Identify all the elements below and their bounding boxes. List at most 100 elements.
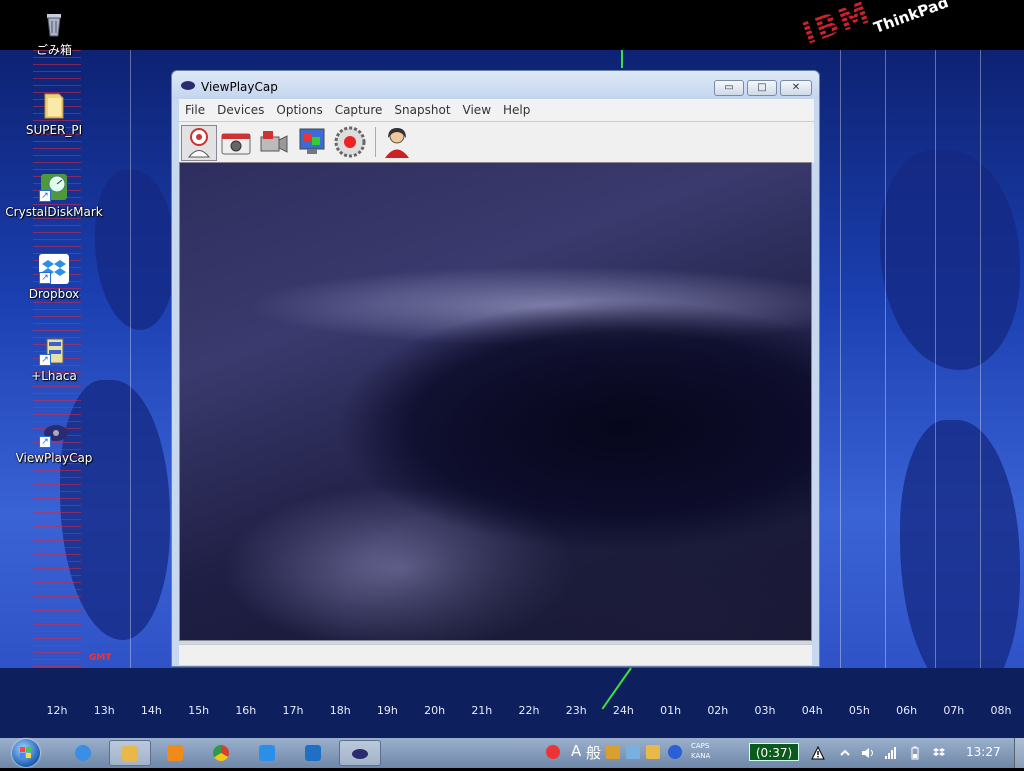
desktop-icon-dropbox[interactable]: ↗ Dropbox — [4, 254, 104, 301]
hour-label: 16h — [235, 704, 257, 717]
display-settings-button[interactable] — [295, 125, 331, 161]
record-button[interactable] — [333, 125, 369, 161]
taskbar-app-media-player[interactable] — [155, 740, 197, 766]
menu-file[interactable]: File — [179, 99, 211, 121]
minimize-button[interactable]: ▭ — [714, 80, 744, 96]
ime-kanji-indicator[interactable]: 般 — [586, 742, 601, 763]
volume-icon[interactable] — [861, 745, 875, 759]
desktop-icon-crystaldiskmark[interactable]: ↗ CrystalDiskMark — [4, 172, 104, 219]
show-hidden-icons-icon[interactable] — [838, 745, 852, 759]
caps-indicator: CAPS — [691, 742, 710, 750]
desktop-icon-super-pi[interactable]: SUPER_PI — [4, 90, 104, 137]
taskbar-app-viewplaycap[interactable] — [339, 740, 381, 766]
ime-tool-icon[interactable] — [626, 745, 640, 759]
caps-kana-indicator: CAPS KANA — [691, 741, 710, 761]
dropbox-tray-icon[interactable] — [932, 745, 946, 759]
wallpaper-landmass — [880, 150, 1020, 370]
menu-options[interactable]: Options — [270, 99, 328, 121]
menu-view[interactable]: View — [457, 99, 497, 121]
menu-capture[interactable]: Capture — [329, 99, 389, 121]
hour-axis: 12h 13h 14h 15h 16h 17h 18h 19h 20h 21h 22h 23h 24h 0… — [0, 704, 1024, 720]
lhaca-icon: ↗ — [39, 336, 69, 366]
date-line — [621, 50, 623, 68]
antivirus-icon[interactable] — [546, 745, 560, 759]
folder-icon — [122, 746, 138, 762]
webcam-icon — [187, 128, 211, 158]
hour-label: 02h — [707, 704, 729, 717]
desktop-icon-lhaca[interactable]: ↗ +Lhaca — [4, 336, 104, 383]
desktop-icon-label: CrystalDiskMark — [5, 205, 103, 219]
taskbar-app-dropbox[interactable] — [247, 740, 289, 766]
ibm-thinkpad-logo: IBM ThinkPad — [796, 0, 951, 52]
viewplaycap-icon — [352, 749, 368, 759]
hour-label: 06h — [896, 704, 918, 717]
battery-icon[interactable] — [908, 745, 922, 760]
ime-mode-indicator[interactable]: A — [571, 742, 581, 760]
menu-help[interactable]: Help — [497, 99, 536, 121]
media-player-icon — [167, 745, 183, 761]
desktop-icon-label: Dropbox — [28, 287, 80, 301]
maximize-button[interactable]: □ — [747, 80, 777, 96]
help-icon[interactable] — [668, 745, 682, 759]
taskbar-app-chrome[interactable] — [201, 740, 243, 766]
ime-dictionary-icon[interactable] — [606, 745, 620, 759]
hour-label: 07h — [943, 704, 965, 717]
hour-label: 12h — [46, 704, 68, 717]
ime-pad-icon[interactable] — [646, 745, 660, 759]
hour-label: 23h — [565, 704, 587, 717]
hour-label: 18h — [329, 704, 351, 717]
desktop-icon-label: ごみ箱 — [35, 43, 72, 57]
hour-label: 17h — [282, 704, 304, 717]
hour-label: 04h — [801, 704, 823, 717]
video-camera-icon — [260, 131, 288, 153]
chrome-icon — [213, 745, 229, 761]
desktop-icon-viewplaycap[interactable]: ↗ ViewPlayCap — [4, 418, 104, 465]
recycle-bin-icon — [39, 8, 69, 38]
taskbar-app-internet-explorer[interactable] — [63, 740, 105, 766]
snapshot-button[interactable] — [219, 125, 255, 161]
camera-icon — [221, 133, 251, 155]
folder-icon — [39, 90, 69, 120]
title-bar[interactable]: ViewPlayCap ▭ □ ✕ — [172, 71, 819, 99]
desktop-icon-recycle-bin[interactable]: ごみ箱 — [4, 8, 104, 58]
toolbar-separator — [375, 127, 376, 157]
desktop-icon-label: ViewPlayCap — [15, 451, 93, 465]
clock[interactable]: 13:27 — [966, 745, 1001, 759]
taskbar: A 般 CAPS KANA (0:37) 13:27 — [0, 738, 1024, 768]
menu-bar: File Devices Options Capture Snapshot View Hel… — [179, 99, 814, 121]
toolbar — [179, 121, 814, 163]
webcam-preview-button[interactable] — [181, 125, 217, 161]
hour-label: 22h — [518, 704, 540, 717]
battery-timer[interactable]: (0:37) — [749, 743, 799, 761]
show-desktop-button[interactable] — [1014, 738, 1024, 768]
wallpaper-landmass — [95, 170, 175, 330]
start-button[interactable] — [12, 739, 40, 767]
system-tray: A 般 CAPS KANA (0:37) 13:27 — [541, 738, 1024, 768]
windows-logo-icon — [20, 747, 31, 758]
dropbox-icon — [259, 745, 275, 761]
viewplaycap-window[interactable]: ViewPlayCap ▭ □ ✕ File Devices Options Capt… — [171, 70, 820, 667]
network-signal-icon[interactable] — [884, 745, 898, 759]
crystaldiskmark-icon: ↗ — [39, 172, 69, 202]
hour-label: 03h — [754, 704, 776, 717]
outlook-icon — [305, 745, 321, 761]
maximize-icon: □ — [757, 82, 767, 93]
hour-label: 19h — [376, 704, 398, 717]
viewplaycap-icon: ↗ — [39, 418, 69, 448]
warning-icon[interactable] — [811, 745, 825, 760]
close-button[interactable]: ✕ — [780, 80, 812, 96]
status-bar — [179, 644, 812, 665]
capture-video-button[interactable] — [257, 125, 293, 161]
hour-label: 15h — [188, 704, 210, 717]
taskbar-app-explorer[interactable] — [109, 740, 151, 766]
taskbar-app-outlook[interactable] — [293, 740, 335, 766]
menu-snapshot[interactable]: Snapshot — [388, 99, 456, 121]
hour-label: 20h — [424, 704, 446, 717]
ie-icon — [75, 745, 91, 761]
dropbox-icon: ↗ — [39, 254, 69, 284]
viewplaycap-icon — [181, 81, 195, 90]
hour-label: 05h — [848, 704, 870, 717]
menu-devices[interactable]: Devices — [211, 99, 270, 121]
wallpaper-bottom-band — [0, 668, 1024, 738]
user-button[interactable] — [380, 125, 416, 161]
